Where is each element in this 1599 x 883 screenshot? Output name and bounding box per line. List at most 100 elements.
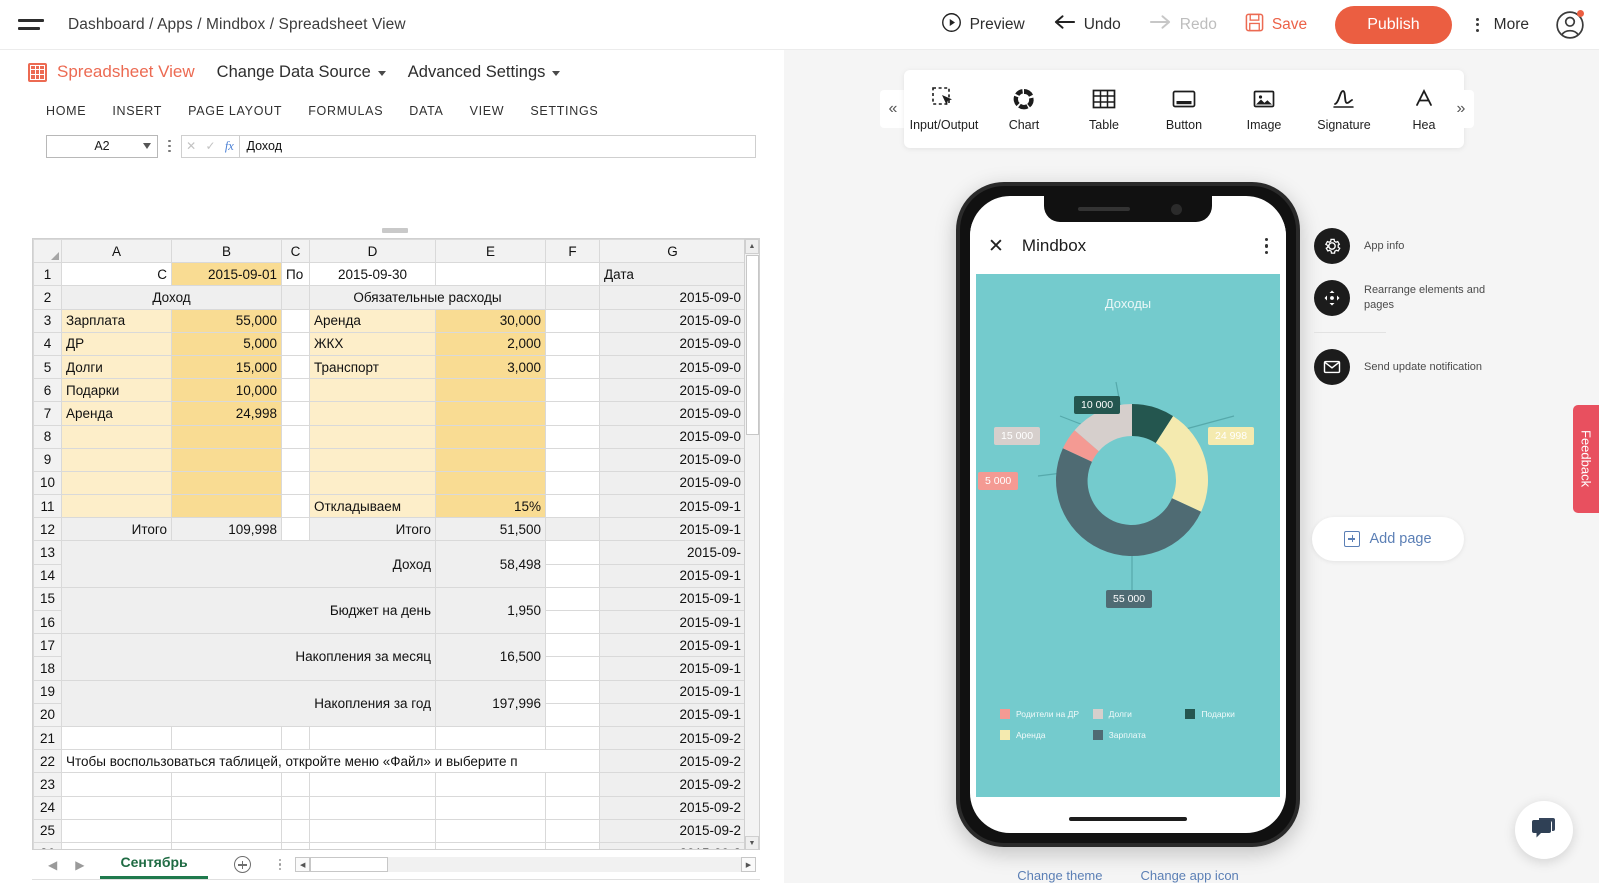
- cell-b24[interactable]: [171, 795, 282, 820]
- cell-income-name[interactable]: Долги: [61, 354, 172, 380]
- feedback-tab[interactable]: Feedback: [1573, 405, 1599, 513]
- cell-e1[interactable]: [435, 262, 546, 287]
- cell-b25[interactable]: [171, 818, 282, 843]
- app-info-button[interactable]: App info: [1314, 228, 1514, 264]
- cell-a8[interactable]: [61, 424, 172, 449]
- cell-d26[interactable]: [309, 841, 436, 849]
- cell-d24[interactable]: [309, 795, 436, 820]
- cell-f6[interactable]: [545, 378, 600, 403]
- cell-b1[interactable]: 2015-09-01: [171, 262, 282, 287]
- cell-c26[interactable]: [281, 841, 310, 849]
- cell-b21[interactable]: [171, 725, 282, 751]
- cell-f10[interactable]: [545, 470, 600, 496]
- change-app-icon-link[interactable]: Change app icon: [1140, 868, 1238, 883]
- cell-f23[interactable]: [545, 772, 600, 797]
- cell-summary-value[interactable]: 16,500: [435, 633, 546, 681]
- cell-d1[interactable]: 2015-09-30: [309, 262, 436, 287]
- cell-f16[interactable]: [545, 609, 600, 635]
- hscroll-thumb[interactable]: [310, 857, 389, 872]
- tab-view[interactable]: VIEW: [470, 104, 505, 118]
- tab-insert[interactable]: INSERT: [112, 104, 162, 118]
- legend-item[interactable]: Родители на ДР: [1000, 709, 1093, 719]
- cell-expense-total-label[interactable]: Итого: [309, 517, 436, 542]
- cell-saving-label[interactable]: Откладываем: [309, 494, 436, 519]
- cell-expense-value[interactable]: 3,000: [435, 354, 546, 380]
- chat-widget-button[interactable]: [1515, 801, 1573, 859]
- cell-income-value[interactable]: 5,000: [171, 331, 282, 356]
- cell-date[interactable]: 2015-09-1: [599, 656, 746, 681]
- cell-date[interactable]: 2015-09-1: [599, 563, 746, 588]
- cell-d6[interactable]: [309, 378, 436, 403]
- cell-f9[interactable]: [545, 447, 600, 472]
- cell-a21[interactable]: [61, 725, 172, 751]
- element-image[interactable]: Image: [1224, 86, 1304, 132]
- cell-d10[interactable]: [309, 470, 436, 496]
- tab-page-layout[interactable]: PAGE LAYOUT: [188, 104, 282, 118]
- cell-expense-header[interactable]: Обязательные расходы: [309, 285, 546, 310]
- cell-date[interactable]: 2015-09-0: [599, 354, 746, 380]
- cell-expense-name[interactable]: Транспорт: [309, 354, 436, 380]
- change-theme-link[interactable]: Change theme: [1017, 868, 1102, 883]
- cell-f26[interactable]: [545, 841, 600, 849]
- cell-date[interactable]: 2015-09-0: [599, 331, 746, 356]
- toolbar-expand-right-icon[interactable]: »: [1448, 90, 1474, 128]
- cell-date[interactable]: 2015-09-2: [599, 749, 746, 774]
- cell-date[interactable]: 2015-09-1: [599, 586, 746, 612]
- formula-bar-menu-icon[interactable]: [168, 139, 171, 153]
- cell-income-name[interactable]: ДР: [61, 331, 172, 356]
- cell-income-value[interactable]: 10,000: [171, 378, 282, 403]
- legend-item[interactable]: Долги: [1092, 709, 1186, 719]
- cell-b10[interactable]: [171, 470, 282, 496]
- cell-income-total-label[interactable]: Итого: [61, 517, 172, 542]
- scroll-down-icon[interactable]: ▼: [745, 836, 759, 849]
- cell-a26[interactable]: [61, 841, 172, 849]
- scroll-up-icon[interactable]: ▲: [745, 239, 759, 254]
- change-data-source-dropdown[interactable]: Change Data Source: [217, 63, 386, 82]
- cell-c6[interactable]: [281, 378, 310, 403]
- cell-c8[interactable]: [281, 424, 310, 449]
- tab-data[interactable]: DATA: [409, 104, 443, 118]
- cell-f1[interactable]: [545, 262, 600, 287]
- cell-c2[interactable]: [281, 285, 310, 310]
- cell-c25[interactable]: [281, 818, 310, 843]
- cell-c4[interactable]: [281, 331, 310, 356]
- cell-c10[interactable]: [281, 470, 310, 496]
- column-header-d[interactable]: D: [309, 239, 436, 264]
- cell-c23[interactable]: [281, 772, 310, 797]
- save-button[interactable]: Save: [1231, 7, 1321, 43]
- column-header-e[interactable]: E: [435, 239, 546, 264]
- cell-f2[interactable]: [545, 285, 600, 310]
- more-button[interactable]: More: [1462, 10, 1543, 40]
- cell-e7[interactable]: [435, 401, 546, 426]
- add-sheet-icon[interactable]: [233, 856, 251, 873]
- cell-income-name[interactable]: Подарки: [61, 378, 172, 403]
- cell-b23[interactable]: [171, 772, 282, 797]
- column-header-c[interactable]: C: [281, 239, 310, 264]
- cell-b11[interactable]: [171, 494, 282, 519]
- cell-d8[interactable]: [309, 424, 436, 449]
- cell-summary-label[interactable]: Накопления за год: [61, 679, 436, 727]
- legend-item[interactable]: Аренда: [1000, 730, 1093, 740]
- cell-date[interactable]: 2015-09-0: [599, 447, 746, 472]
- cell-date[interactable]: 2015-09-2: [599, 725, 746, 751]
- cell-e9[interactable]: [435, 447, 546, 472]
- tab-formulas[interactable]: FORMULAS: [308, 104, 383, 118]
- cell-income-name[interactable]: Зарплата: [61, 308, 172, 333]
- cell-date[interactable]: 2015-09-1: [599, 679, 746, 704]
- column-header-a[interactable]: A: [61, 239, 172, 264]
- send-notification-button[interactable]: Send update notification: [1314, 349, 1514, 385]
- cell-c5[interactable]: [281, 354, 310, 380]
- column-header-g[interactable]: G: [599, 239, 746, 264]
- cell-g1[interactable]: Дата: [599, 262, 746, 287]
- cell-f18[interactable]: [545, 656, 600, 681]
- publish-button[interactable]: Publish: [1335, 5, 1452, 44]
- cell-date[interactable]: 2015-09-1: [599, 702, 746, 727]
- cell-c7[interactable]: [281, 401, 310, 426]
- cell-c3[interactable]: [281, 308, 310, 333]
- cell-expense-value[interactable]: 2,000: [435, 331, 546, 356]
- cell-expense-total[interactable]: 51,500: [435, 517, 546, 542]
- cell-f24[interactable]: [545, 795, 600, 820]
- cell-saving-value[interactable]: 15%: [435, 494, 546, 519]
- cell-f21[interactable]: [545, 725, 600, 751]
- cell-e26[interactable]: [435, 841, 546, 849]
